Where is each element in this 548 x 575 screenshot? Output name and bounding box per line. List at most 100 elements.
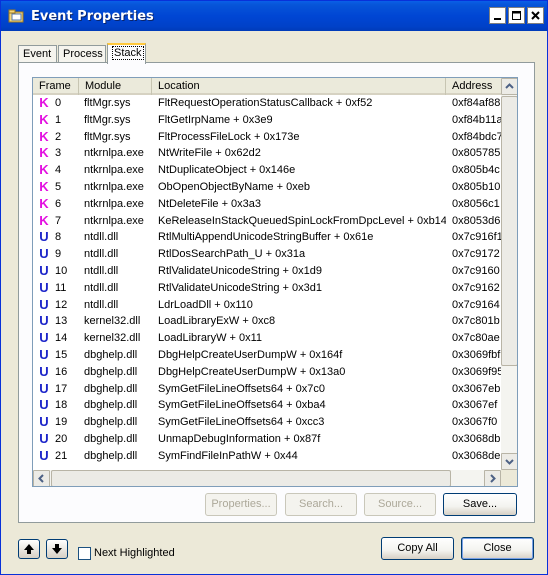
vertical-scrollbar[interactable]	[501, 78, 517, 470]
frame-number: 13	[55, 315, 68, 328]
address-value: 0x7c9162	[452, 281, 500, 294]
scroll-down-button[interactable]	[501, 453, 517, 470]
location-text: KeReleaseInStackQueuedSpinLockFromDpcLev…	[158, 214, 446, 227]
table-row[interactable]: U 19 dbghelp.dll SymGetFileLineOffsets64 + …	[33, 414, 501, 431]
location-text: SymGetFileLineOffsets64 + 0xba4	[158, 399, 326, 412]
location-text: DbgHelpCreateUserDumpW + 0x164f	[158, 349, 343, 361]
tab-stack[interactable]: Stack	[107, 43, 146, 64]
location-text: NtWriteFile + 0x62d2	[158, 147, 261, 160]
kernel-mode-icon: K	[39, 179, 49, 194]
frame-number: 1	[55, 113, 62, 126]
scroll-left-button[interactable]	[33, 470, 50, 486]
table-row[interactable]: U 21 dbghelp.dll SymFindFileInPathW + 0x44 0…	[33, 448, 501, 465]
module-name: ntkrnlpa.exe	[84, 214, 144, 227]
column-header-location[interactable]: Location	[152, 78, 446, 95]
table-row[interactable]: K 0 fltMgr.sys FltRequestOperationStatusCal…	[33, 95, 501, 112]
table-row[interactable]: U 15 dbghelp.dll DbgHelpCreateUserDumpW + 0…	[33, 347, 501, 364]
next-highlighted-checkbox[interactable]	[78, 547, 91, 560]
frame-number: 12	[55, 298, 68, 311]
column-header-module[interactable]: Module	[79, 78, 152, 95]
table-row[interactable]: U 14 kernel32.dll LoadLibraryW + 0x11 0x7c80…	[33, 330, 501, 347]
properties-button[interactable]: Properties...	[205, 493, 277, 516]
module-name: dbghelp.dll	[84, 382, 138, 395]
address-value: 0x7c916f1	[452, 231, 501, 244]
location-text: NtDuplicateObject + 0x146e	[158, 164, 296, 177]
module-name: dbghelp.dll	[84, 365, 138, 378]
move-up-button[interactable]	[18, 539, 40, 559]
copy-all-button[interactable]: Copy All	[381, 537, 454, 560]
kernel-mode-icon: K	[39, 128, 49, 144]
location-text: RtlMultiAppendUnicodeStringBuffer + 0x61…	[158, 231, 374, 244]
table-row[interactable]: K 7 ntkrnlpa.exe KeReleaseInStackQueuedSpin…	[33, 213, 501, 230]
table-row[interactable]: K 5 ntkrnlpa.exe ObOpenObjectByName + 0xeb 0…	[33, 179, 501, 196]
address-value: 0x8056c1	[452, 197, 500, 210]
minimize-button[interactable]	[489, 7, 506, 24]
frame-number: 15	[55, 349, 68, 361]
stack-list[interactable]: Frame Module Location Address K 0 fltMgr.s…	[32, 77, 518, 487]
column-header-address[interactable]: Address	[446, 78, 506, 95]
maximize-button[interactable]	[508, 7, 525, 24]
frame-number: 14	[55, 332, 68, 345]
module-name: ntdll.dll	[84, 265, 119, 277]
table-row[interactable]: U 13 kernel32.dll LoadLibraryExW + 0xc8 0x7c…	[33, 313, 501, 330]
location-text: SymGetFileLineOffsets64 + 0xcc3	[158, 416, 325, 429]
kernel-mode-icon: K	[39, 111, 49, 127]
user-mode-icon: U	[39, 296, 49, 312]
table-row[interactable]: U 16 dbghelp.dll DbgHelpCreateUserDumpW + 0…	[33, 364, 501, 381]
scroll-right-button[interactable]	[484, 470, 501, 486]
frame-number: 6	[55, 197, 62, 210]
location-text: RtlValidateUnicodeString + 0x1d9	[158, 265, 322, 277]
table-row[interactable]: U 9 ntdll.dll RtlDosSearchPath_U + 0x31a 0x7…	[33, 246, 501, 263]
tab-process[interactable]: Process	[58, 45, 106, 63]
table-row[interactable]: U 12 ntdll.dll LdrLoadDll + 0x110 0x7c9164	[33, 297, 501, 314]
move-down-button[interactable]	[46, 539, 68, 559]
column-header-frame[interactable]: Frame	[33, 78, 79, 95]
close-button[interactable]: Close	[461, 537, 534, 560]
next-highlighted-label[interactable]: Next Highlighted	[94, 547, 175, 559]
vertical-scroll-thumb[interactable]	[501, 96, 517, 366]
module-name: dbghelp.dll	[84, 399, 138, 412]
address-value: 0x8053d6	[452, 214, 501, 227]
source-button[interactable]: Source...	[364, 493, 436, 516]
module-name: ntdll.dll	[84, 298, 119, 311]
module-name: fltMgr.sys	[84, 130, 131, 143]
horizontal-scroll-thumb[interactable]	[51, 470, 451, 486]
location-text: SymFindFileInPathW + 0x44	[158, 449, 298, 462]
table-row[interactable]: K 6 ntkrnlpa.exe NtDeleteFile + 0x3a3 0x8056…	[33, 196, 501, 213]
kernel-mode-icon: K	[39, 212, 49, 228]
scroll-corner	[501, 470, 517, 486]
table-row[interactable]: U 11 ntdll.dll RtlValidateUnicodeString + 0…	[33, 280, 501, 297]
table-row[interactable]: K 4 ntkrnlpa.exe NtDuplicateObject + 0x146e…	[33, 162, 501, 179]
tab-event[interactable]: Event	[18, 45, 57, 63]
table-row[interactable]: K 1 fltMgr.sys FltGetIrpName + 0x3e9 0xf84b1…	[33, 112, 501, 129]
title-bar[interactable]: Event Properties	[1, 1, 547, 31]
table-row[interactable]: U 17 dbghelp.dll SymGetFileLineOffsets64 + …	[33, 381, 501, 398]
user-mode-icon: U	[39, 246, 49, 262]
table-row[interactable]: K 3 ntkrnlpa.exe NtWriteFile + 0x62d2 0x8057…	[33, 145, 501, 162]
table-row[interactable]: U 18 dbghelp.dll SymGetFileLineOffsets64 + …	[33, 397, 501, 414]
location-text: SymGetFileLineOffsets64 + 0x7c0	[158, 382, 326, 395]
save-button[interactable]: Save...	[443, 493, 517, 516]
module-name: ntkrnlpa.exe	[84, 181, 144, 193]
user-mode-icon: U	[39, 330, 49, 346]
frame-number: 16	[55, 365, 68, 378]
close-window-button[interactable]	[527, 7, 544, 24]
location-text: LoadLibraryW + 0x11	[158, 332, 263, 345]
frame-number: 20	[55, 433, 68, 445]
horizontal-scrollbar[interactable]	[33, 470, 501, 486]
user-mode-icon: U	[39, 229, 49, 245]
chevron-up-icon	[505, 83, 514, 89]
search-button[interactable]: Search...	[285, 493, 357, 516]
user-mode-icon: U	[39, 414, 49, 430]
frame-number: 18	[55, 399, 68, 412]
address-value: 0x805b4c	[452, 164, 500, 177]
close-icon	[531, 11, 540, 20]
module-name: kernel32.dll	[84, 315, 141, 328]
user-mode-icon: U	[39, 447, 49, 463]
table-row[interactable]: U 10 ntdll.dll RtlValidateUnicodeString + 0…	[33, 263, 501, 280]
scroll-up-button[interactable]	[501, 78, 517, 95]
location-text: RtlValidateUnicodeString + 0x3d1	[158, 281, 322, 294]
table-row[interactable]: K 2 fltMgr.sys FltProcessFileLock + 0x173e 0…	[33, 129, 501, 146]
table-row[interactable]: U 8 ntdll.dll RtlMultiAppendUnicodeStringBu…	[33, 229, 501, 246]
table-row[interactable]: U 20 dbghelp.dll UnmapDebugInformation + 0x…	[33, 431, 501, 448]
